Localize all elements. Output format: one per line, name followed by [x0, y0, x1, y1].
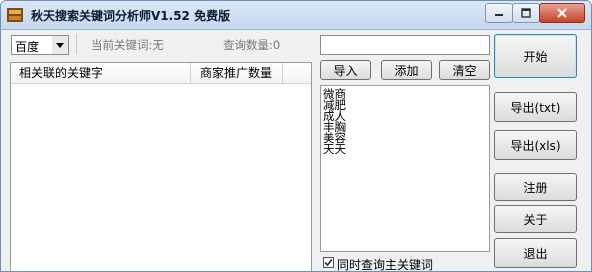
register-button[interactable]: 注册 — [494, 173, 577, 201]
export-xls-button[interactable]: 导出(xls) — [494, 130, 577, 160]
keyword-list[interactable]: 微商 减肥 成人 丰胸 美容 天天 — [320, 85, 490, 252]
column-header-filler — [283, 63, 311, 84]
clear-button[interactable]: 清空 — [439, 60, 490, 80]
app-window: 秋天搜索关键词分析师V1.52 免费版 百度 当前关键词:无 查询数量:0 相关… — [0, 0, 592, 272]
current-keyword-label: 当前关键词:无 — [91, 38, 164, 52]
keyword-input[interactable] — [320, 35, 490, 55]
query-count-label: 查询数量:0 — [223, 38, 281, 52]
about-button[interactable]: 关于 — [494, 205, 577, 233]
column-header-related-keyword[interactable]: 相关联的关键字 — [11, 63, 191, 84]
export-txt-button[interactable]: 导出(txt) — [494, 92, 577, 122]
close-button[interactable] — [539, 3, 585, 23]
divider — [76, 34, 77, 54]
minimize-icon — [495, 14, 503, 16]
title-bar[interactable]: 秋天搜索关键词分析师V1.52 免费版 — [1, 1, 591, 30]
close-icon — [557, 8, 567, 18]
column-header-ad-count[interactable]: 商家推广数量 — [191, 63, 283, 84]
checkmark-icon — [324, 259, 333, 267]
search-engine-value: 百度 — [15, 40, 40, 54]
also-query-main-label[interactable]: 同时查询主关键词 — [337, 256, 433, 271]
exit-button[interactable]: 退出 — [494, 238, 577, 268]
results-table[interactable]: 相关联的关键字 商家推广数量 — [10, 62, 312, 271]
maximize-button[interactable] — [512, 3, 540, 23]
main-panel: 百度 当前关键词:无 查询数量:0 相关联的关键字 商家推广数量 导入 添加 清… — [1, 30, 591, 271]
chevron-down-icon[interactable] — [52, 36, 68, 54]
search-engine-select[interactable]: 百度 — [11, 35, 69, 55]
start-button[interactable]: 开始 — [494, 34, 577, 78]
minimize-button[interactable] — [485, 3, 513, 23]
maximize-icon — [521, 8, 531, 18]
add-button[interactable]: 添加 — [381, 60, 432, 80]
app-icon — [7, 8, 23, 22]
import-button[interactable]: 导入 — [320, 60, 371, 80]
window-title: 秋天搜索关键词分析师V1.52 免费版 — [31, 9, 231, 23]
keyword-item: 天天 — [323, 142, 346, 156]
action-panel: 开始 导出(txt) 导出(xls) 注册 关于 退出 — [491, 30, 591, 271]
also-query-main-checkbox[interactable] — [323, 257, 334, 268]
